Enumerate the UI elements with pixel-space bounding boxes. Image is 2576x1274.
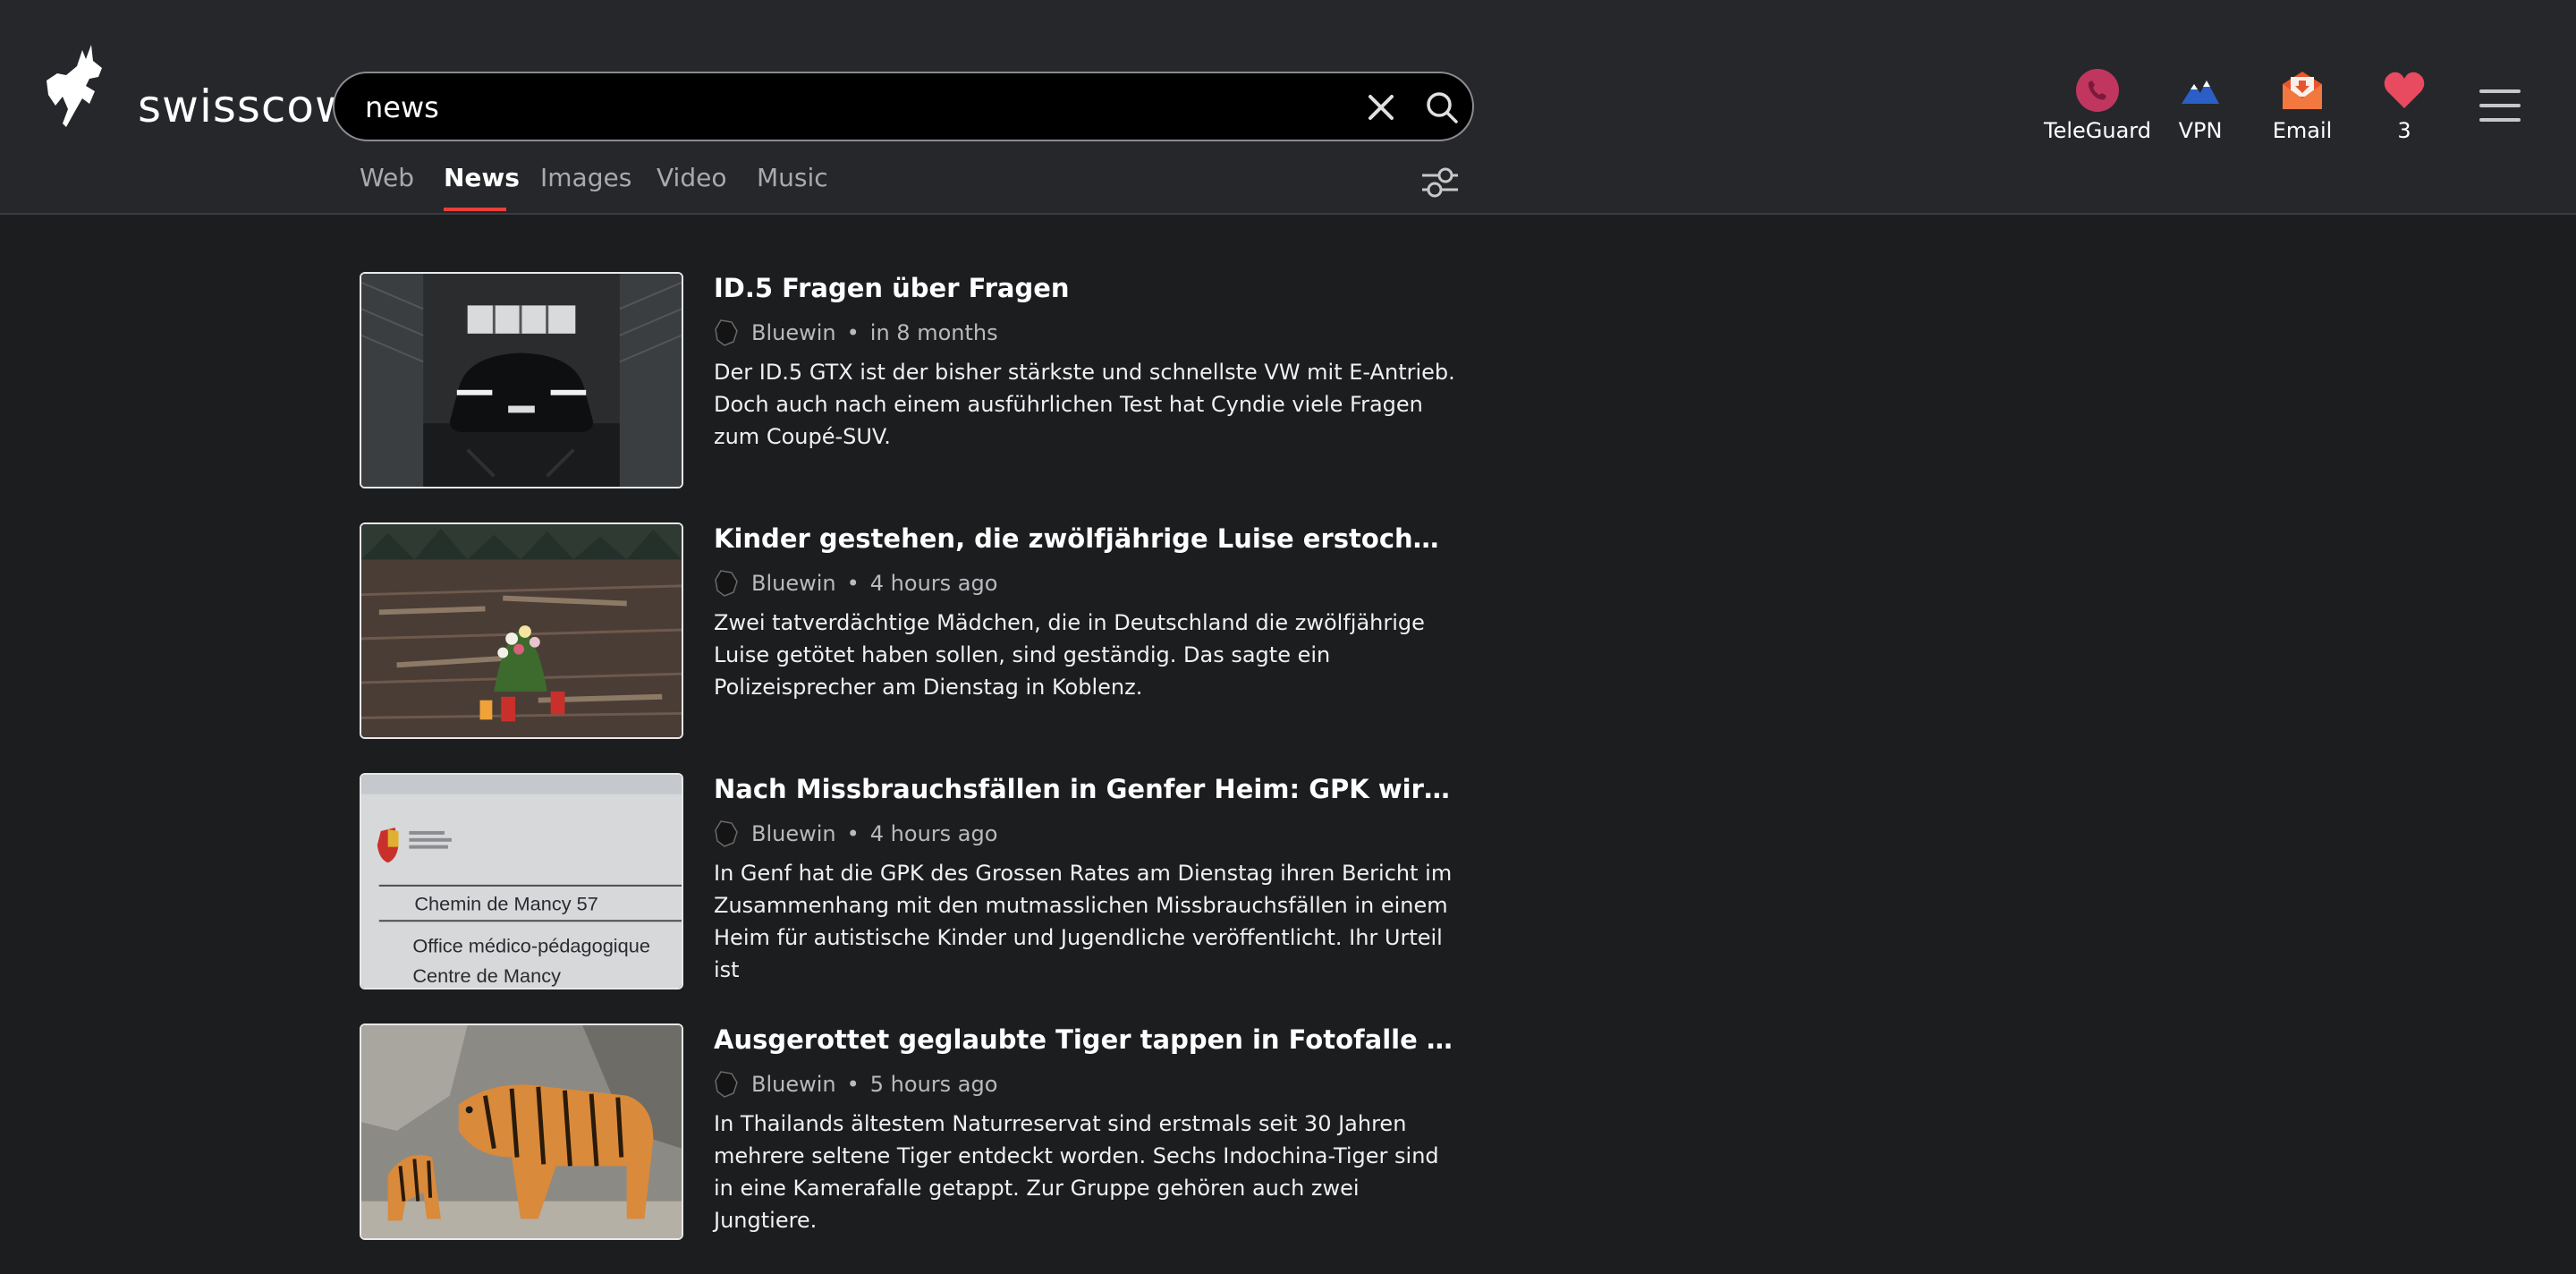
header: swisscows Web News Images Video Music xyxy=(0,0,2576,215)
email-icon xyxy=(2283,72,2322,109)
news-description: In Thailands ältestem Naturreservat sind… xyxy=(714,1111,1439,1233)
meta-separator: • xyxy=(846,1072,860,1097)
news-content: Nach Missbrauchsfällen in Genfer Heim: G… xyxy=(714,773,1456,986)
news-source: Bluewin xyxy=(751,571,836,596)
news-item: Chemin de Mancy 57 Office médico-pédagog… xyxy=(360,773,1469,1023)
news-meta: Bluewin • in 8 months xyxy=(714,317,1456,349)
news-description: Zwei tatverdächtige Mädchen, die in Deut… xyxy=(714,610,1425,700)
news-description: Der ID.5 GTX ist der bisher stärkste und… xyxy=(714,360,1455,449)
filter-button[interactable] xyxy=(1419,163,1462,202)
news-content: ID.5 Fragen über Fragen Bluewin • in 8 m… xyxy=(714,272,1456,453)
email-app[interactable]: Email xyxy=(2249,68,2356,143)
news-source: Bluewin xyxy=(751,1072,836,1097)
teleguard-label: TeleGuard xyxy=(2044,118,2151,143)
news-item: Ausgerottet geglaubte Tiger tappen in Fo… xyxy=(360,1023,1469,1274)
news-time: 5 hours ago xyxy=(869,1072,998,1097)
menu-line-icon xyxy=(2479,89,2521,93)
close-icon xyxy=(1368,95,1394,120)
favorites-app[interactable]: 3 xyxy=(2351,68,2458,143)
hamburger-menu-button[interactable] xyxy=(2479,89,2521,123)
clear-search-button[interactable] xyxy=(1365,91,1397,123)
meta-separator: • xyxy=(846,821,860,846)
news-thumbnail[interactable] xyxy=(360,1023,683,1240)
news-source: Bluewin xyxy=(751,320,836,345)
swisscows-logo[interactable]: swisscows xyxy=(39,41,376,136)
sign-office-text: Office médico-pédagogique xyxy=(412,935,650,957)
menu-line-icon xyxy=(2479,118,2521,122)
email-label: Email xyxy=(2272,118,2333,143)
meta-separator: • xyxy=(846,320,860,345)
flowers-candles-forest-image xyxy=(361,524,682,737)
news-source: Bluewin xyxy=(751,821,836,846)
news-results: ID.5 Fragen über Fragen Bluewin • in 8 m… xyxy=(360,272,1469,1274)
sign-centre-text: Centre de Mancy xyxy=(412,964,561,987)
search-button[interactable] xyxy=(1424,89,1460,125)
teleguard-app[interactable]: TeleGuard xyxy=(2044,68,2151,143)
search-icon xyxy=(1427,92,1458,123)
news-meta: Bluewin • 5 hours ago xyxy=(714,1068,1456,1100)
teleguard-icon xyxy=(2076,69,2119,112)
tab-web[interactable]: Web xyxy=(360,163,414,192)
tab-music[interactable]: Music xyxy=(757,163,828,192)
news-content: Ausgerottet geglaubte Tiger tappen in Fo… xyxy=(714,1023,1456,1236)
meta-separator: • xyxy=(846,571,860,596)
tab-news[interactable]: News xyxy=(444,163,520,192)
news-time: 4 hours ago xyxy=(869,821,998,846)
bluewin-source-icon xyxy=(715,319,738,346)
car-in-garage-image xyxy=(361,274,682,487)
tigers-image xyxy=(361,1025,682,1238)
news-content: Kinder gestehen, die zwölfjährige Luise … xyxy=(714,522,1456,703)
news-description: In Genf hat die GPK des Grossen Rates am… xyxy=(714,861,1453,982)
tab-video[interactable]: Video xyxy=(657,163,726,192)
news-thumbnail[interactable] xyxy=(360,272,683,488)
menu-line-icon xyxy=(2479,104,2521,107)
vpn-label: VPN xyxy=(2178,118,2223,143)
news-meta: Bluewin • 4 hours ago xyxy=(714,818,1456,850)
news-thumbnail[interactable]: Chemin de Mancy 57 Office médico-pédagog… xyxy=(360,773,683,989)
bluewin-source-icon xyxy=(715,1071,738,1098)
news-item: Kinder gestehen, die zwölfjährige Luise … xyxy=(360,522,1469,773)
vpn-app[interactable]: VPN xyxy=(2147,68,2254,143)
news-meta: Bluewin • 4 hours ago xyxy=(714,567,1456,599)
news-time: 4 hours ago xyxy=(869,571,998,596)
cow-logo-icon xyxy=(47,45,102,127)
active-tab-indicator xyxy=(444,208,506,211)
building-sign-image: Chemin de Mancy 57 Office médico-pédagog… xyxy=(361,775,682,988)
news-time: in 8 months xyxy=(869,320,998,345)
news-thumbnail[interactable] xyxy=(360,522,683,739)
news-title[interactable]: Nach Missbrauchsfällen in Genfer Heim: G… xyxy=(714,773,1456,805)
vpn-icon xyxy=(2182,81,2219,104)
search-input[interactable] xyxy=(363,84,1315,131)
search-box xyxy=(333,72,1474,141)
news-title[interactable]: ID.5 Fragen über Fragen xyxy=(714,272,1456,304)
tab-images[interactable]: Images xyxy=(540,163,631,192)
heart-icon xyxy=(2384,72,2425,108)
news-title[interactable]: Kinder gestehen, die zwölfjährige Luise … xyxy=(714,522,1456,555)
bluewin-source-icon xyxy=(715,570,738,597)
news-title[interactable]: Ausgerottet geglaubte Tiger tappen in Fo… xyxy=(714,1023,1456,1056)
bluewin-source-icon xyxy=(715,820,738,847)
sign-street-text: Chemin de Mancy 57 xyxy=(414,893,598,915)
filter-sliders-icon xyxy=(1422,167,1458,198)
favorites-count: 3 xyxy=(2397,118,2411,143)
news-item: ID.5 Fragen über Fragen Bluewin • in 8 m… xyxy=(360,272,1469,522)
